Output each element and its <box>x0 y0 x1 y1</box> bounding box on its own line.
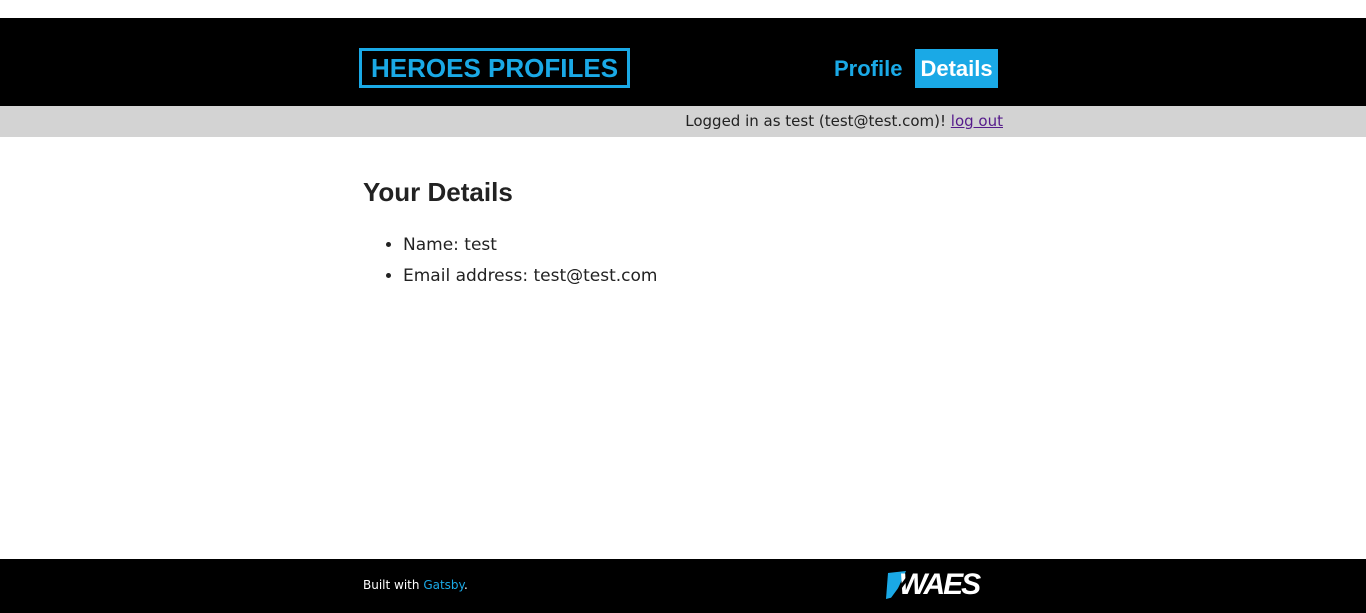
main-content: Your Details Name: test Email address: t… <box>0 137 1366 559</box>
built-with-text: Built with Gatsby. <box>363 578 468 592</box>
site-header: HEROES PROFILES Profile Details <box>0 18 1366 106</box>
nav-link-profile[interactable]: Profile <box>828 49 908 88</box>
site-logo-link[interactable]: HEROES PROFILES <box>359 48 631 88</box>
top-gap <box>0 0 1366 18</box>
main-nav: Profile Details <box>828 49 998 88</box>
logout-link[interactable]: log out <box>951 112 1003 130</box>
built-with-prefix: Built with <box>363 578 424 592</box>
detail-item-name: Name: test <box>403 230 658 261</box>
login-status: Logged in as test (test@test.com)! log o… <box>685 106 1003 137</box>
detail-item-email: Email address: test@test.com <box>403 261 658 292</box>
login-status-bar: Logged in as test (test@test.com)! log o… <box>0 106 1366 137</box>
gatsby-link[interactable]: Gatsby <box>423 578 464 592</box>
site-footer: Built with Gatsby. WAES <box>0 559 1366 613</box>
logged-in-text: Logged in as test (test@test.com)! <box>685 112 947 130</box>
details-list: Name: test Email address: test@test.com <box>363 230 658 292</box>
nav-link-details[interactable]: Details <box>915 49 998 88</box>
waes-logo: WAES <box>886 568 983 601</box>
page-title: Your Details <box>363 177 513 207</box>
built-with-suffix: . <box>463 578 468 592</box>
